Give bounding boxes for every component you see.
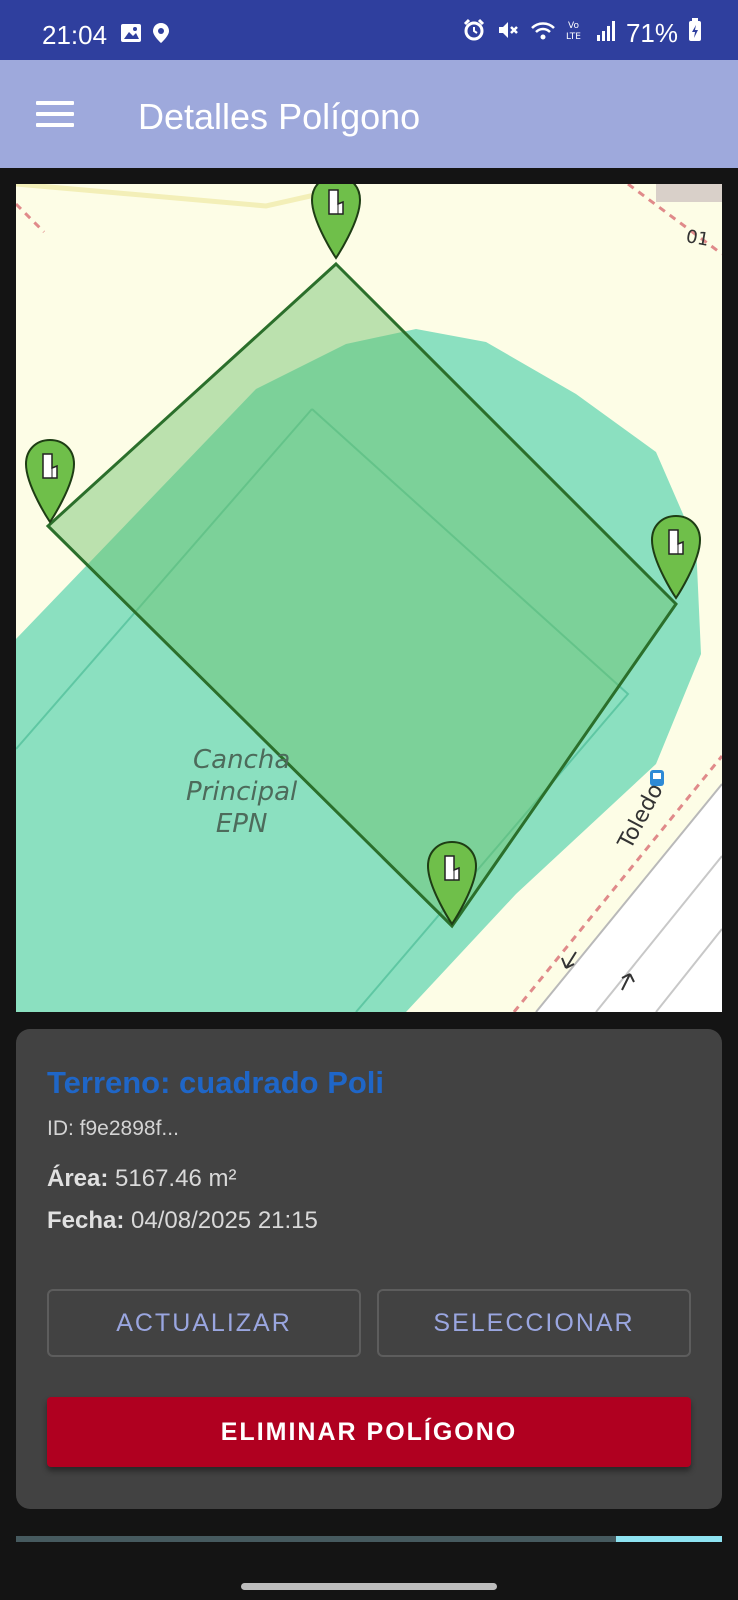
polygon-vertex-marker[interactable] <box>310 184 362 260</box>
signal-icon <box>596 18 616 49</box>
map-building <box>656 184 722 202</box>
delete-polygon-button[interactable]: ELIMINAR POLÍGONO <box>47 1397 691 1467</box>
map-corner-label: 01 <box>684 226 711 251</box>
polygon-title: Terreno: cuadrado Poli <box>47 1065 385 1100</box>
mute-icon <box>496 18 520 49</box>
date-row: Fecha: 04/08/2025 21:15 <box>47 1207 318 1235</box>
status-right-icons: Vo LTE 71% <box>462 18 702 49</box>
app-bar: Detalles Polígono <box>0 60 738 168</box>
status-bar: 21:04 Vo LTE 71% <box>0 0 738 60</box>
horizontal-scrollbar[interactable] <box>16 1536 722 1542</box>
alarm-icon <box>462 18 486 49</box>
date-value: 04/08/2025 21:15 <box>131 1207 318 1234</box>
map-view[interactable]: Cancha Principal EPN Toledo 01 <box>16 184 722 1012</box>
area-value: 5167.46 m² <box>115 1165 237 1192</box>
map-boundary-line <box>16 202 46 234</box>
select-button[interactable]: SELECCIONAR <box>377 1289 691 1357</box>
polygon-vertex-marker[interactable] <box>426 840 478 926</box>
wifi-icon <box>530 18 556 49</box>
polygon-id: ID: f9e2898f... <box>47 1117 179 1140</box>
battery-icon <box>688 18 702 49</box>
image-icon <box>120 22 142 49</box>
pointing-hand-marker-icon <box>310 184 362 260</box>
location-icon <box>152 22 170 49</box>
pointing-hand-marker-icon <box>24 438 76 524</box>
area-label: Área: <box>47 1165 109 1192</box>
pointing-hand-marker-icon <box>426 840 478 926</box>
pointing-hand-marker-icon <box>650 514 702 600</box>
home-indicator[interactable] <box>241 1583 497 1590</box>
volte-icon: Vo LTE <box>566 18 586 49</box>
scrollbar-thumb[interactable] <box>616 1536 722 1542</box>
page-title: Detalles Polígono <box>138 96 421 137</box>
menu-icon[interactable] <box>36 101 74 129</box>
status-time: 21:04 <box>42 20 108 50</box>
polygon-vertex-marker[interactable] <box>24 438 76 524</box>
map-path-top <box>16 184 347 209</box>
status-left-icons <box>120 22 170 49</box>
polygon-vertex-marker[interactable] <box>650 514 702 600</box>
area-row: Área: 5167.46 m² <box>47 1165 236 1193</box>
battery-percent: 71% <box>625 18 678 48</box>
svg-text:LTE: LTE <box>566 32 581 42</box>
polygon-details-card: Terreno: cuadrado Poli ID: f9e2898f... Á… <box>16 1029 722 1509</box>
map-canvas <box>16 184 722 1012</box>
date-label: Fecha: <box>47 1207 125 1234</box>
map-place-label: Cancha Principal EPN <box>186 745 298 839</box>
update-button[interactable]: ACTUALIZAR <box>47 1289 361 1357</box>
svg-text:Vo: Vo <box>568 21 579 31</box>
